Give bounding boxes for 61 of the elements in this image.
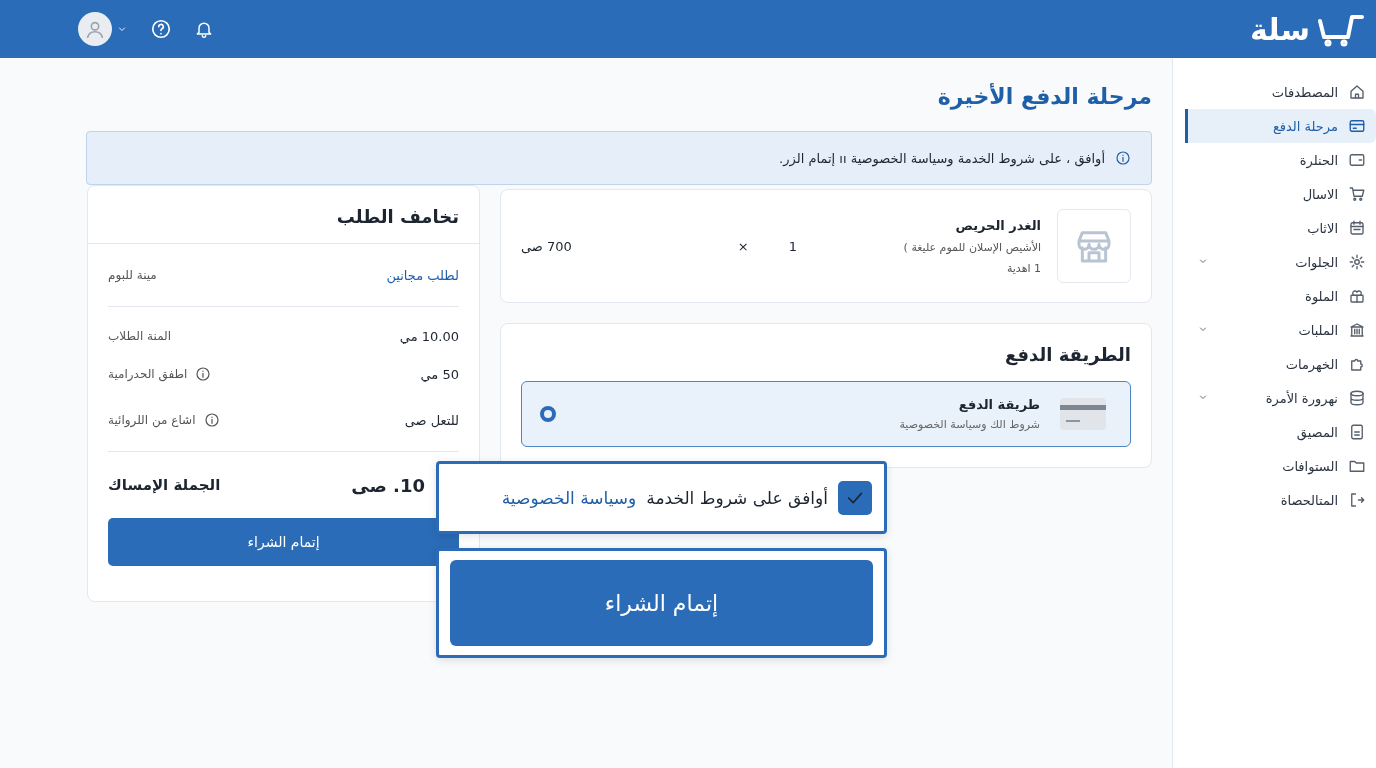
logout-icon <box>1348 491 1366 509</box>
avatar[interactable] <box>78 12 112 46</box>
home-icon <box>1348 83 1366 101</box>
info-icon <box>1115 150 1131 166</box>
checkbox[interactable] <box>838 480 872 515</box>
building-icon <box>1348 321 1366 339</box>
calendar-icon <box>1348 219 1366 237</box>
sidebar-item[interactable]: نهرورة الأمرة <box>1185 381 1376 415</box>
gift-icon <box>1348 287 1366 305</box>
sidebar-item[interactable]: الاثاب <box>1185 211 1376 245</box>
sidebar-item[interactable]: الملبات <box>1185 313 1376 347</box>
sidebar-item[interactable]: الحنلرة <box>1185 143 1376 177</box>
sidebar-item[interactable]: المصطدفات <box>1185 75 1376 109</box>
sidebar-item[interactable]: الجلوات <box>1185 245 1376 279</box>
summary-label: اطفق الحدرامية <box>108 367 188 381</box>
summary-title: تخامف الطلب <box>336 206 459 227</box>
product-price: 700 صى <box>521 238 572 254</box>
multiply-sign: × <box>737 238 749 254</box>
summary-note: مينة للبوم <box>108 268 157 282</box>
radio-button[interactable] <box>540 406 556 422</box>
sidebar-item[interactable]: الخهرمات <box>1185 347 1376 381</box>
sidebar-item[interactable]: الستوافات <box>1185 449 1376 483</box>
summary-label: اشاع من اللروائية <box>108 413 196 427</box>
checkout-button[interactable]: إتمام الشراء <box>108 518 459 566</box>
sidebar-item[interactable]: مرحلة الدفع <box>1185 109 1376 143</box>
page-title: مرحلة الدفع الأخيرة <box>937 84 1152 109</box>
option-subtitle: شروط الك وسياسة الخصوصية <box>899 418 1040 431</box>
info-icon <box>203 412 220 428</box>
gear-icon <box>1348 253 1366 271</box>
payment-option[interactable]: طريقة الدفع شروط الك وسياسة الخصوصية <box>521 381 1131 447</box>
database-icon <box>1348 389 1366 407</box>
product-description: الأشيص الإسلان للموم عليغة ) <box>902 240 1041 254</box>
product-name: الغدر الحريص <box>954 217 1041 233</box>
total-amount: 10. صى <box>351 474 425 496</box>
box-icon <box>1348 423 1366 441</box>
summary-amount: 50 مي <box>420 366 459 382</box>
summary-amount: 10.00 مي <box>399 328 459 344</box>
quantity: 1 <box>788 238 798 254</box>
consent-text: أوافق على شروط الخدمة <box>646 487 828 508</box>
help-button[interactable] <box>150 18 172 40</box>
credit-card-icon <box>1060 398 1106 430</box>
card-icon <box>1348 117 1366 135</box>
cart-icon <box>1348 185 1366 203</box>
sidebar-item[interactable]: المصيق <box>1185 415 1376 449</box>
total-label: الجملة الإمساك <box>108 476 221 494</box>
info-icon <box>195 366 212 382</box>
sidebar-item[interactable]: المتالحصاة <box>1185 483 1376 517</box>
sidebar-item[interactable]: الملوة <box>1185 279 1376 313</box>
privacy-link[interactable]: وسياسة الخصوصية <box>501 487 637 508</box>
summary-label: المنة الطلاب <box>108 329 172 343</box>
option-title: طريقة الدفع <box>957 397 1040 412</box>
wallet-icon <box>1348 151 1366 169</box>
logo-text: سلة <box>1250 11 1310 47</box>
sidebar-item[interactable]: الاسال <box>1185 177 1376 211</box>
summary-link[interactable]: لطلب مجانين <box>386 267 459 283</box>
help-icon <box>150 18 172 40</box>
product-note: 1 اهدية <box>1005 261 1041 275</box>
summary-amount: للتعل صى <box>404 412 459 428</box>
notice-text: أوافق ، على شروط الخدمة وسياسة الخصوصية ıı إتمام الزر. <box>779 150 1105 166</box>
purchase-button[interactable]: إتمام الشراء <box>450 560 873 646</box>
payment-title: الطريقة الدفع <box>1005 344 1131 365</box>
